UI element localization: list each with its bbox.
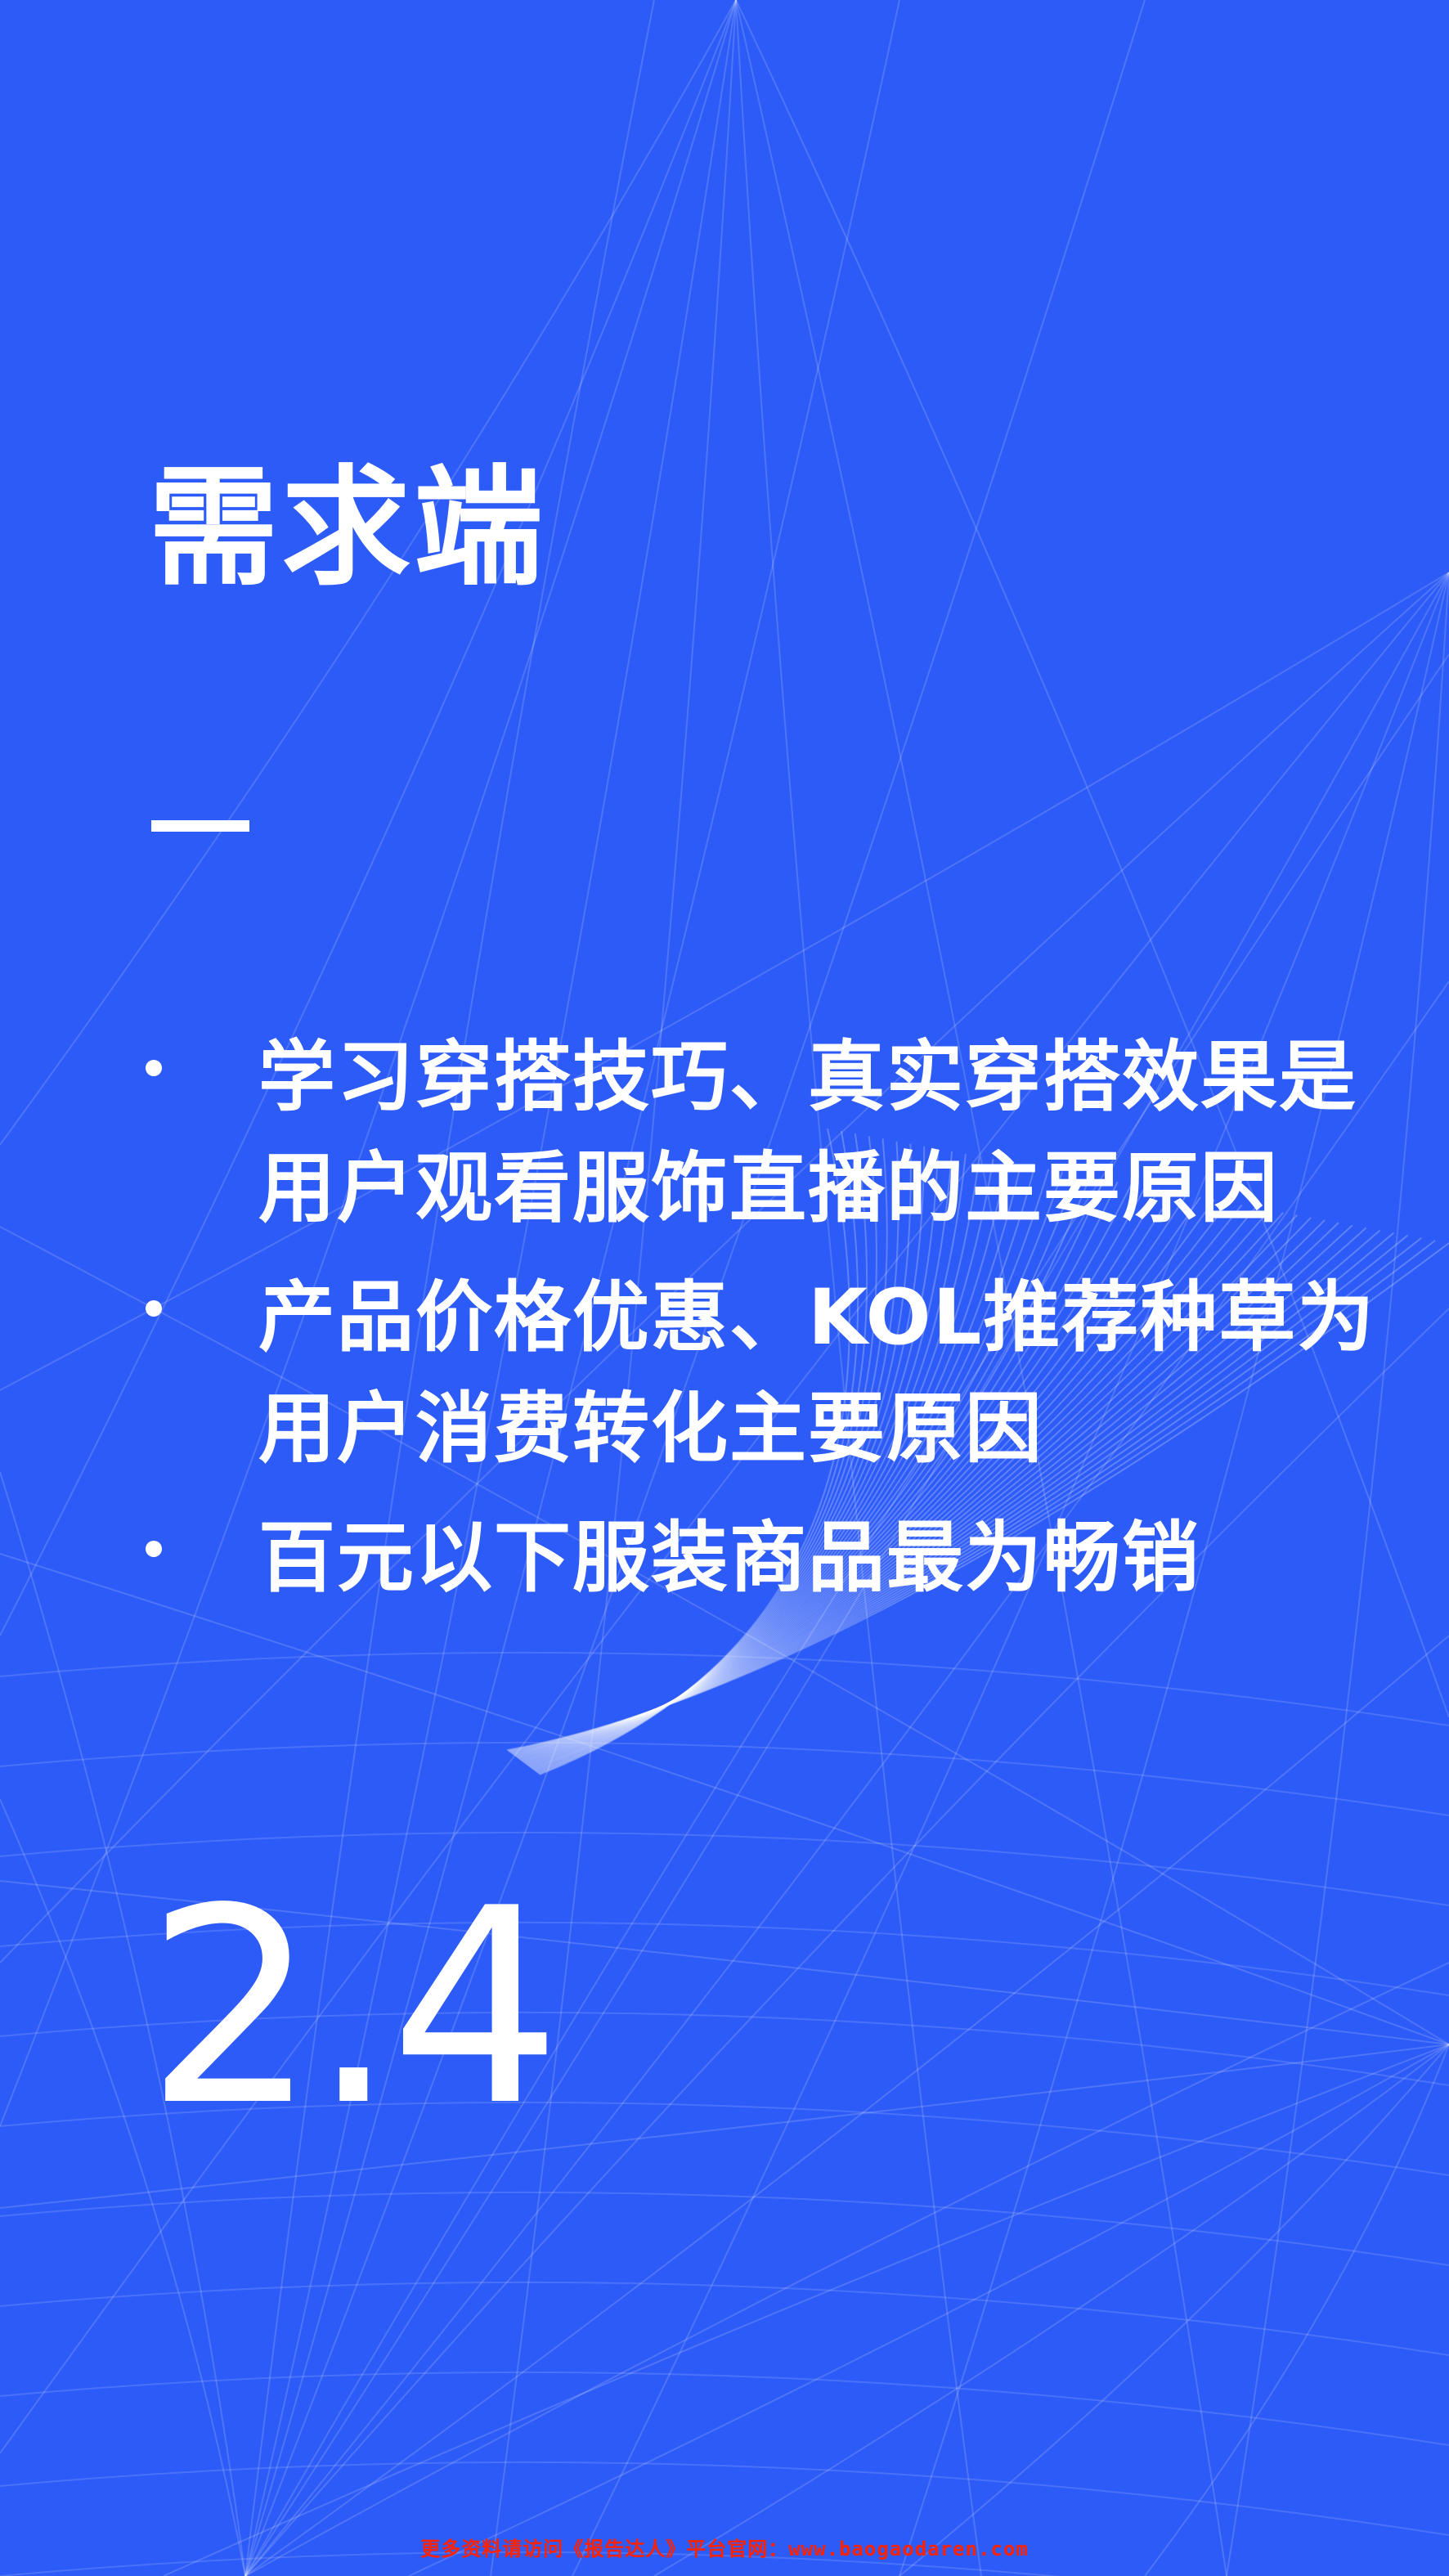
bullet-text: 学习穿搭技巧、真实穿搭效果是用户观看服饰直播的主要原因 bbox=[258, 1022, 1403, 1245]
bullet-item: 学习穿搭技巧、真实穿搭效果是用户观看服饰直播的主要原因 bbox=[139, 1022, 1415, 1245]
bullet-list: 学习穿搭技巧、真实穿搭效果是用户观看服饰直播的主要原因 产品价格优惠、KOL推荐… bbox=[139, 1022, 1415, 1632]
bullet-text: 产品价格优惠、KOL推荐种草为用户消费转化主要原因 bbox=[258, 1263, 1403, 1485]
bullet-text: 百元以下服装商品最为畅销 bbox=[258, 1503, 1403, 1614]
report-page: 需求端 学习穿搭技巧、真实穿搭效果是用户观看服饰直播的主要原因 产品价格优惠、K… bbox=[0, 0, 1449, 2576]
section-title: 需求端 bbox=[149, 458, 546, 600]
bullet-item: 产品价格优惠、KOL推荐种草为用户消费转化主要原因 bbox=[139, 1263, 1415, 1485]
title-divider bbox=[151, 820, 249, 832]
bullet-item: 百元以下服装商品最为畅销 bbox=[139, 1503, 1415, 1614]
section-number: 2.4 bbox=[146, 1873, 555, 2143]
bullet-dot-icon bbox=[146, 1300, 162, 1317]
bullet-dot-icon bbox=[146, 1541, 162, 1557]
bullet-dot-icon bbox=[146, 1060, 162, 1076]
footer-link[interactable]: 更多资料请访问《报告达人》平台官网：www.baogaodaren.com bbox=[0, 2533, 1449, 2561]
